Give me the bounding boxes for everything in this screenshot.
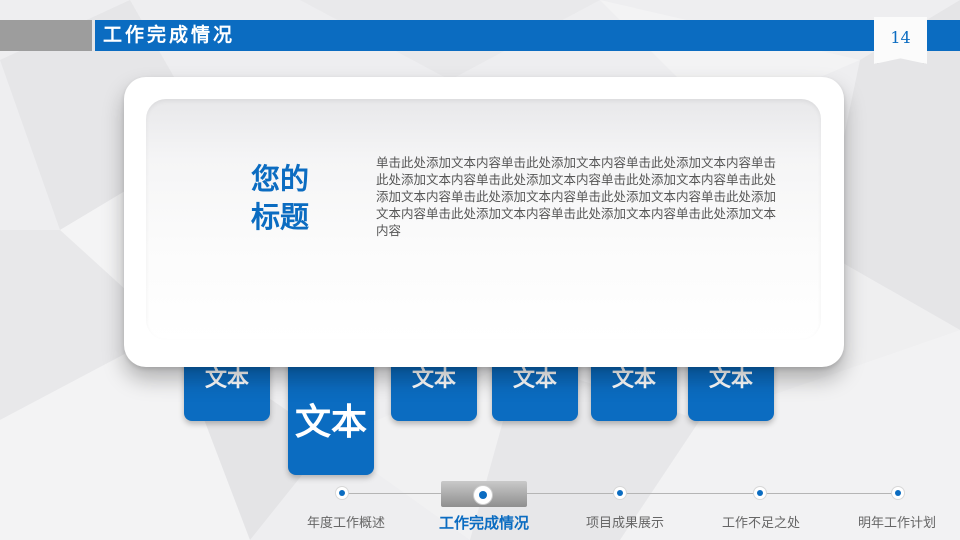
tab-label: 文本 — [512, 367, 557, 392]
tab-label: 文本 — [411, 367, 456, 392]
nav-dot-1[interactable] — [336, 487, 348, 499]
card-body-text: 单击此处添加文本内容单击此处添加文本内容单击此处添加文本内容单击此处添加文本内容… — [376, 155, 777, 238]
tab-label: 文本 — [294, 402, 367, 443]
tab-label: 文本 — [611, 367, 656, 392]
nav-dot-5[interactable] — [892, 487, 904, 499]
card-title: 您的标题 — [250, 162, 309, 234]
page-number: 14 — [890, 28, 911, 47]
nav-dot-2-active[interactable] — [474, 486, 492, 504]
tab-label: 文本 — [708, 367, 753, 392]
nav-item-next-year-plan[interactable]: 明年工作计划 — [827, 512, 960, 531]
page-title: 工作完成情况 — [103, 24, 236, 46]
nav-item-annual-overview[interactable]: 年度工作概述 — [276, 512, 416, 531]
nav-item-project-results[interactable]: 项目成果展示 — [555, 512, 695, 531]
nav-dot-3[interactable] — [614, 487, 626, 499]
nav-dot-4[interactable] — [754, 487, 766, 499]
header-accent-gray — [0, 20, 92, 51]
nav-item-shortcomings[interactable]: 工作不足之处 — [691, 512, 831, 531]
tab-label: 文本 — [204, 367, 249, 392]
nav-item-work-completion[interactable]: 工作完成情况 — [414, 512, 554, 533]
